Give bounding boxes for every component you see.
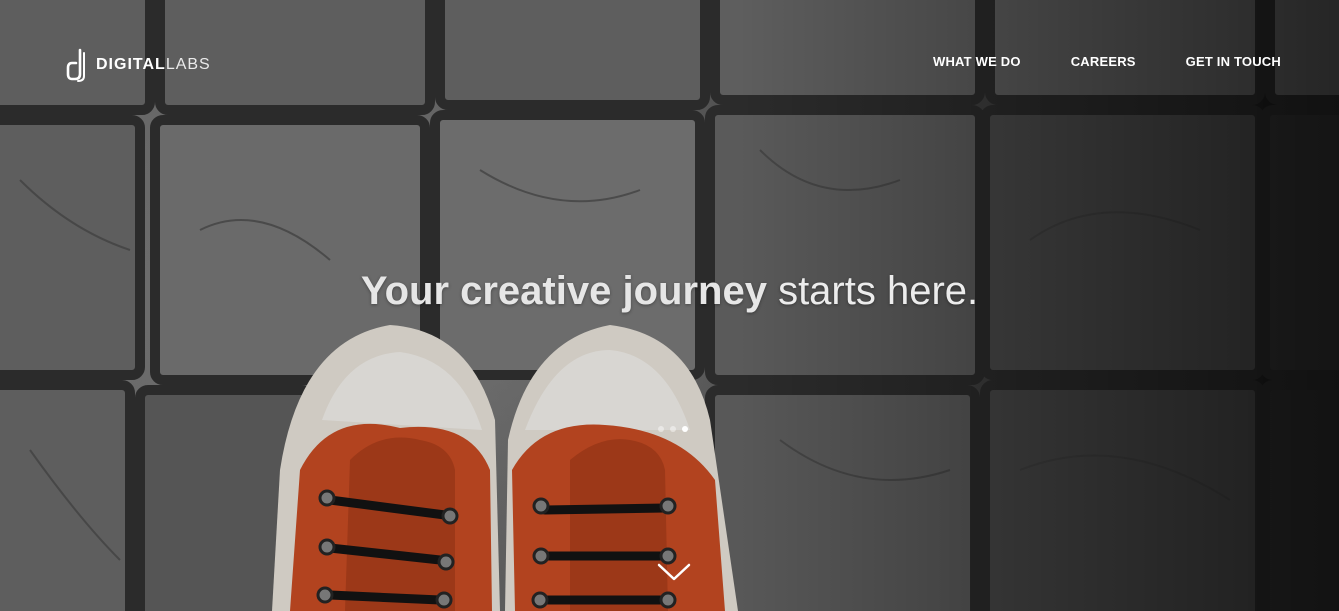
hero-headline: Your creative journey starts here.: [0, 266, 1339, 316]
slider-dot-1[interactable]: [658, 426, 664, 432]
logo-wordmark: DIGITALLABS: [96, 57, 211, 73]
nav-item-careers[interactable]: CAREERS: [1071, 54, 1136, 70]
logo-text-strong: DIGITAL: [96, 56, 166, 73]
slider-dot-2[interactable]: [670, 426, 676, 432]
hero-headline-strong: Your creative journey: [360, 269, 767, 313]
d-logo-icon: [66, 48, 88, 82]
main-nav: WHAT WE DO CAREERS GET IN TOUCH: [933, 54, 1281, 70]
nav-item-what-we-do[interactable]: WHAT WE DO: [933, 54, 1021, 70]
logo-link[interactable]: DIGITALLABS: [66, 48, 211, 82]
logo-text-light: LABS: [165, 56, 211, 73]
slider-dots: [658, 426, 688, 432]
nav-item-get-in-touch[interactable]: GET IN TOUCH: [1186, 54, 1281, 70]
hero-headline-light: starts here.: [778, 269, 979, 313]
scroll-down-button[interactable]: [656, 560, 692, 584]
chevron-down-icon: [657, 563, 691, 581]
slider-dot-3[interactable]: [682, 426, 688, 432]
